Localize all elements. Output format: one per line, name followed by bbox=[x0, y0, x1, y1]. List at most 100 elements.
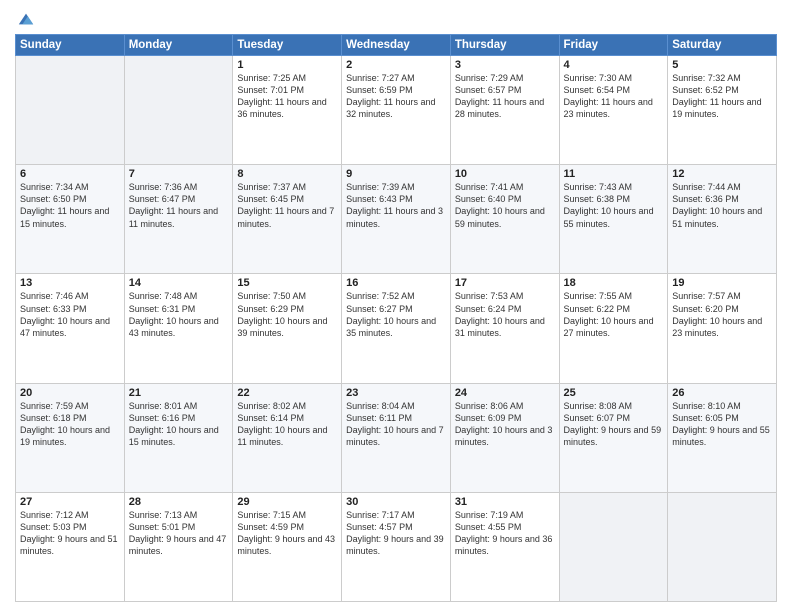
day-number: 18 bbox=[564, 277, 664, 289]
day-info: Sunrise: 7:25 AM Sunset: 7:01 PM Dayligh… bbox=[237, 72, 337, 121]
calendar-cell: 17Sunrise: 7:53 AM Sunset: 6:24 PM Dayli… bbox=[450, 274, 559, 383]
header-cell-monday: Monday bbox=[124, 35, 233, 56]
day-number: 20 bbox=[20, 387, 120, 399]
day-number: 6 bbox=[20, 168, 120, 180]
logo bbox=[15, 10, 35, 28]
day-info: Sunrise: 7:30 AM Sunset: 6:54 PM Dayligh… bbox=[564, 72, 664, 121]
calendar-week-row: 20Sunrise: 7:59 AM Sunset: 6:18 PM Dayli… bbox=[16, 383, 777, 492]
calendar-cell bbox=[668, 492, 777, 601]
day-info: Sunrise: 7:41 AM Sunset: 6:40 PM Dayligh… bbox=[455, 181, 555, 230]
day-info: Sunrise: 7:48 AM Sunset: 6:31 PM Dayligh… bbox=[129, 290, 229, 339]
day-info: Sunrise: 7:59 AM Sunset: 6:18 PM Dayligh… bbox=[20, 400, 120, 449]
day-number: 12 bbox=[672, 168, 772, 180]
calendar-cell: 3Sunrise: 7:29 AM Sunset: 6:57 PM Daylig… bbox=[450, 56, 559, 165]
calendar-cell bbox=[559, 492, 668, 601]
day-info: Sunrise: 7:19 AM Sunset: 4:55 PM Dayligh… bbox=[455, 509, 555, 558]
calendar-cell: 25Sunrise: 8:08 AM Sunset: 6:07 PM Dayli… bbox=[559, 383, 668, 492]
day-number: 3 bbox=[455, 59, 555, 71]
calendar-header-row: SundayMondayTuesdayWednesdayThursdayFrid… bbox=[16, 35, 777, 56]
day-number: 21 bbox=[129, 387, 229, 399]
day-number: 27 bbox=[20, 496, 120, 508]
calendar-cell: 14Sunrise: 7:48 AM Sunset: 6:31 PM Dayli… bbox=[124, 274, 233, 383]
calendar-cell: 22Sunrise: 8:02 AM Sunset: 6:14 PM Dayli… bbox=[233, 383, 342, 492]
header-cell-friday: Friday bbox=[559, 35, 668, 56]
header-cell-thursday: Thursday bbox=[450, 35, 559, 56]
day-info: Sunrise: 7:32 AM Sunset: 6:52 PM Dayligh… bbox=[672, 72, 772, 121]
day-info: Sunrise: 8:06 AM Sunset: 6:09 PM Dayligh… bbox=[455, 400, 555, 449]
header-cell-wednesday: Wednesday bbox=[342, 35, 451, 56]
day-number: 8 bbox=[237, 168, 337, 180]
day-info: Sunrise: 7:44 AM Sunset: 6:36 PM Dayligh… bbox=[672, 181, 772, 230]
calendar-cell: 26Sunrise: 8:10 AM Sunset: 6:05 PM Dayli… bbox=[668, 383, 777, 492]
day-info: Sunrise: 7:53 AM Sunset: 6:24 PM Dayligh… bbox=[455, 290, 555, 339]
calendar-cell: 11Sunrise: 7:43 AM Sunset: 6:38 PM Dayli… bbox=[559, 165, 668, 274]
calendar-cell: 21Sunrise: 8:01 AM Sunset: 6:16 PM Dayli… bbox=[124, 383, 233, 492]
day-info: Sunrise: 7:39 AM Sunset: 6:43 PM Dayligh… bbox=[346, 181, 446, 230]
calendar-cell bbox=[124, 56, 233, 165]
day-number: 2 bbox=[346, 59, 446, 71]
day-number: 16 bbox=[346, 277, 446, 289]
calendar-cell: 18Sunrise: 7:55 AM Sunset: 6:22 PM Dayli… bbox=[559, 274, 668, 383]
day-info: Sunrise: 8:10 AM Sunset: 6:05 PM Dayligh… bbox=[672, 400, 772, 449]
calendar-week-row: 6Sunrise: 7:34 AM Sunset: 6:50 PM Daylig… bbox=[16, 165, 777, 274]
calendar-body: 1Sunrise: 7:25 AM Sunset: 7:01 PM Daylig… bbox=[16, 56, 777, 602]
calendar-cell: 23Sunrise: 8:04 AM Sunset: 6:11 PM Dayli… bbox=[342, 383, 451, 492]
day-number: 5 bbox=[672, 59, 772, 71]
day-info: Sunrise: 7:37 AM Sunset: 6:45 PM Dayligh… bbox=[237, 181, 337, 230]
calendar-cell: 9Sunrise: 7:39 AM Sunset: 6:43 PM Daylig… bbox=[342, 165, 451, 274]
day-number: 22 bbox=[237, 387, 337, 399]
calendar-cell bbox=[16, 56, 125, 165]
calendar-week-row: 1Sunrise: 7:25 AM Sunset: 7:01 PM Daylig… bbox=[16, 56, 777, 165]
header-cell-saturday: Saturday bbox=[668, 35, 777, 56]
calendar-cell: 13Sunrise: 7:46 AM Sunset: 6:33 PM Dayli… bbox=[16, 274, 125, 383]
calendar-cell: 20Sunrise: 7:59 AM Sunset: 6:18 PM Dayli… bbox=[16, 383, 125, 492]
day-number: 24 bbox=[455, 387, 555, 399]
calendar-cell: 4Sunrise: 7:30 AM Sunset: 6:54 PM Daylig… bbox=[559, 56, 668, 165]
calendar-cell: 10Sunrise: 7:41 AM Sunset: 6:40 PM Dayli… bbox=[450, 165, 559, 274]
calendar-week-row: 13Sunrise: 7:46 AM Sunset: 6:33 PM Dayli… bbox=[16, 274, 777, 383]
day-number: 23 bbox=[346, 387, 446, 399]
day-number: 17 bbox=[455, 277, 555, 289]
day-number: 13 bbox=[20, 277, 120, 289]
calendar-cell: 5Sunrise: 7:32 AM Sunset: 6:52 PM Daylig… bbox=[668, 56, 777, 165]
calendar-week-row: 27Sunrise: 7:12 AM Sunset: 5:03 PM Dayli… bbox=[16, 492, 777, 601]
day-number: 7 bbox=[129, 168, 229, 180]
day-number: 30 bbox=[346, 496, 446, 508]
calendar-cell: 24Sunrise: 8:06 AM Sunset: 6:09 PM Dayli… bbox=[450, 383, 559, 492]
day-info: Sunrise: 8:01 AM Sunset: 6:16 PM Dayligh… bbox=[129, 400, 229, 449]
day-info: Sunrise: 7:50 AM Sunset: 6:29 PM Dayligh… bbox=[237, 290, 337, 339]
page: SundayMondayTuesdayWednesdayThursdayFrid… bbox=[0, 0, 792, 612]
day-number: 25 bbox=[564, 387, 664, 399]
calendar-cell: 28Sunrise: 7:13 AM Sunset: 5:01 PM Dayli… bbox=[124, 492, 233, 601]
calendar-cell: 29Sunrise: 7:15 AM Sunset: 4:59 PM Dayli… bbox=[233, 492, 342, 601]
day-info: Sunrise: 7:55 AM Sunset: 6:22 PM Dayligh… bbox=[564, 290, 664, 339]
logo-text bbox=[15, 10, 35, 28]
calendar-cell: 12Sunrise: 7:44 AM Sunset: 6:36 PM Dayli… bbox=[668, 165, 777, 274]
calendar-cell: 7Sunrise: 7:36 AM Sunset: 6:47 PM Daylig… bbox=[124, 165, 233, 274]
calendar-cell: 30Sunrise: 7:17 AM Sunset: 4:57 PM Dayli… bbox=[342, 492, 451, 601]
day-number: 26 bbox=[672, 387, 772, 399]
day-number: 4 bbox=[564, 59, 664, 71]
calendar-cell: 6Sunrise: 7:34 AM Sunset: 6:50 PM Daylig… bbox=[16, 165, 125, 274]
day-number: 11 bbox=[564, 168, 664, 180]
day-info: Sunrise: 7:13 AM Sunset: 5:01 PM Dayligh… bbox=[129, 509, 229, 558]
day-number: 9 bbox=[346, 168, 446, 180]
day-number: 10 bbox=[455, 168, 555, 180]
calendar-cell: 19Sunrise: 7:57 AM Sunset: 6:20 PM Dayli… bbox=[668, 274, 777, 383]
calendar-cell: 31Sunrise: 7:19 AM Sunset: 4:55 PM Dayli… bbox=[450, 492, 559, 601]
day-info: Sunrise: 7:52 AM Sunset: 6:27 PM Dayligh… bbox=[346, 290, 446, 339]
calendar-cell: 15Sunrise: 7:50 AM Sunset: 6:29 PM Dayli… bbox=[233, 274, 342, 383]
day-info: Sunrise: 7:12 AM Sunset: 5:03 PM Dayligh… bbox=[20, 509, 120, 558]
calendar-cell: 1Sunrise: 7:25 AM Sunset: 7:01 PM Daylig… bbox=[233, 56, 342, 165]
logo-icon bbox=[17, 10, 35, 28]
header bbox=[15, 10, 777, 28]
header-cell-sunday: Sunday bbox=[16, 35, 125, 56]
day-info: Sunrise: 7:57 AM Sunset: 6:20 PM Dayligh… bbox=[672, 290, 772, 339]
day-info: Sunrise: 7:36 AM Sunset: 6:47 PM Dayligh… bbox=[129, 181, 229, 230]
day-info: Sunrise: 8:08 AM Sunset: 6:07 PM Dayligh… bbox=[564, 400, 664, 449]
day-info: Sunrise: 7:46 AM Sunset: 6:33 PM Dayligh… bbox=[20, 290, 120, 339]
day-info: Sunrise: 7:27 AM Sunset: 6:59 PM Dayligh… bbox=[346, 72, 446, 121]
day-number: 29 bbox=[237, 496, 337, 508]
day-number: 28 bbox=[129, 496, 229, 508]
day-number: 31 bbox=[455, 496, 555, 508]
